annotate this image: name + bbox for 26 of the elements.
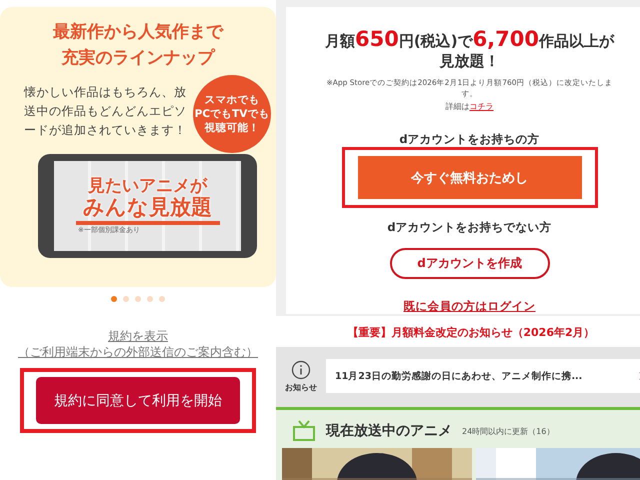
screen-headline: 見たいアニメが — [88, 177, 207, 196]
carousel-dot[interactable] — [135, 296, 141, 302]
feature-title: 最新作から人気作まで 充実のラインナップ — [52, 21, 225, 70]
carousel-dot[interactable] — [111, 296, 117, 302]
carousel-dot[interactable] — [123, 296, 129, 302]
important-notice-link[interactable]: 【重要】月額料金改定のお知らせ（2026年2月） — [276, 316, 640, 347]
free-trial-button[interactable]: 今すぐ無料おためし — [358, 156, 582, 199]
start-button[interactable]: 規約に同意して利用を開始 — [36, 377, 240, 424]
price-headline: 月額650円(税込)で6,700作品以上が見放題！ — [324, 29, 614, 71]
feature-description: 懐かしい作品はもちろん、放送中の作品もどんどんエピソードが追加されていきます！ — [24, 84, 188, 139]
create-account-button[interactable]: dアカウントを作成 — [390, 248, 550, 279]
section-title: 現在放送中のアニメ — [326, 422, 452, 440]
account-label: dアカウントをお持ちでない方 — [387, 220, 552, 235]
detail-link[interactable]: コチラ — [470, 102, 494, 111]
carousel-dot[interactable] — [159, 296, 165, 302]
detail-text: 詳細は — [446, 102, 470, 111]
news-item[interactable]: 11月23日の勤労感謝の日にあわせ、アニメ制作に携... — [326, 359, 640, 393]
speech-bubble: スマホでも PCでもTVでも 視聴可能！ — [193, 75, 271, 153]
section-subtitle: 24時間以内に更新（16） — [462, 426, 554, 436]
news-label: お知らせ — [285, 382, 317, 392]
login-link[interactable]: 既に会員の方はログイン — [404, 299, 536, 314]
tv-icon — [292, 420, 316, 442]
info-icon — [291, 360, 311, 380]
screen-headline: みんな見放題 — [83, 196, 212, 219]
carousel-dot[interactable] — [147, 296, 153, 302]
account-label: dアカウントをお持ちの方 — [399, 132, 540, 147]
